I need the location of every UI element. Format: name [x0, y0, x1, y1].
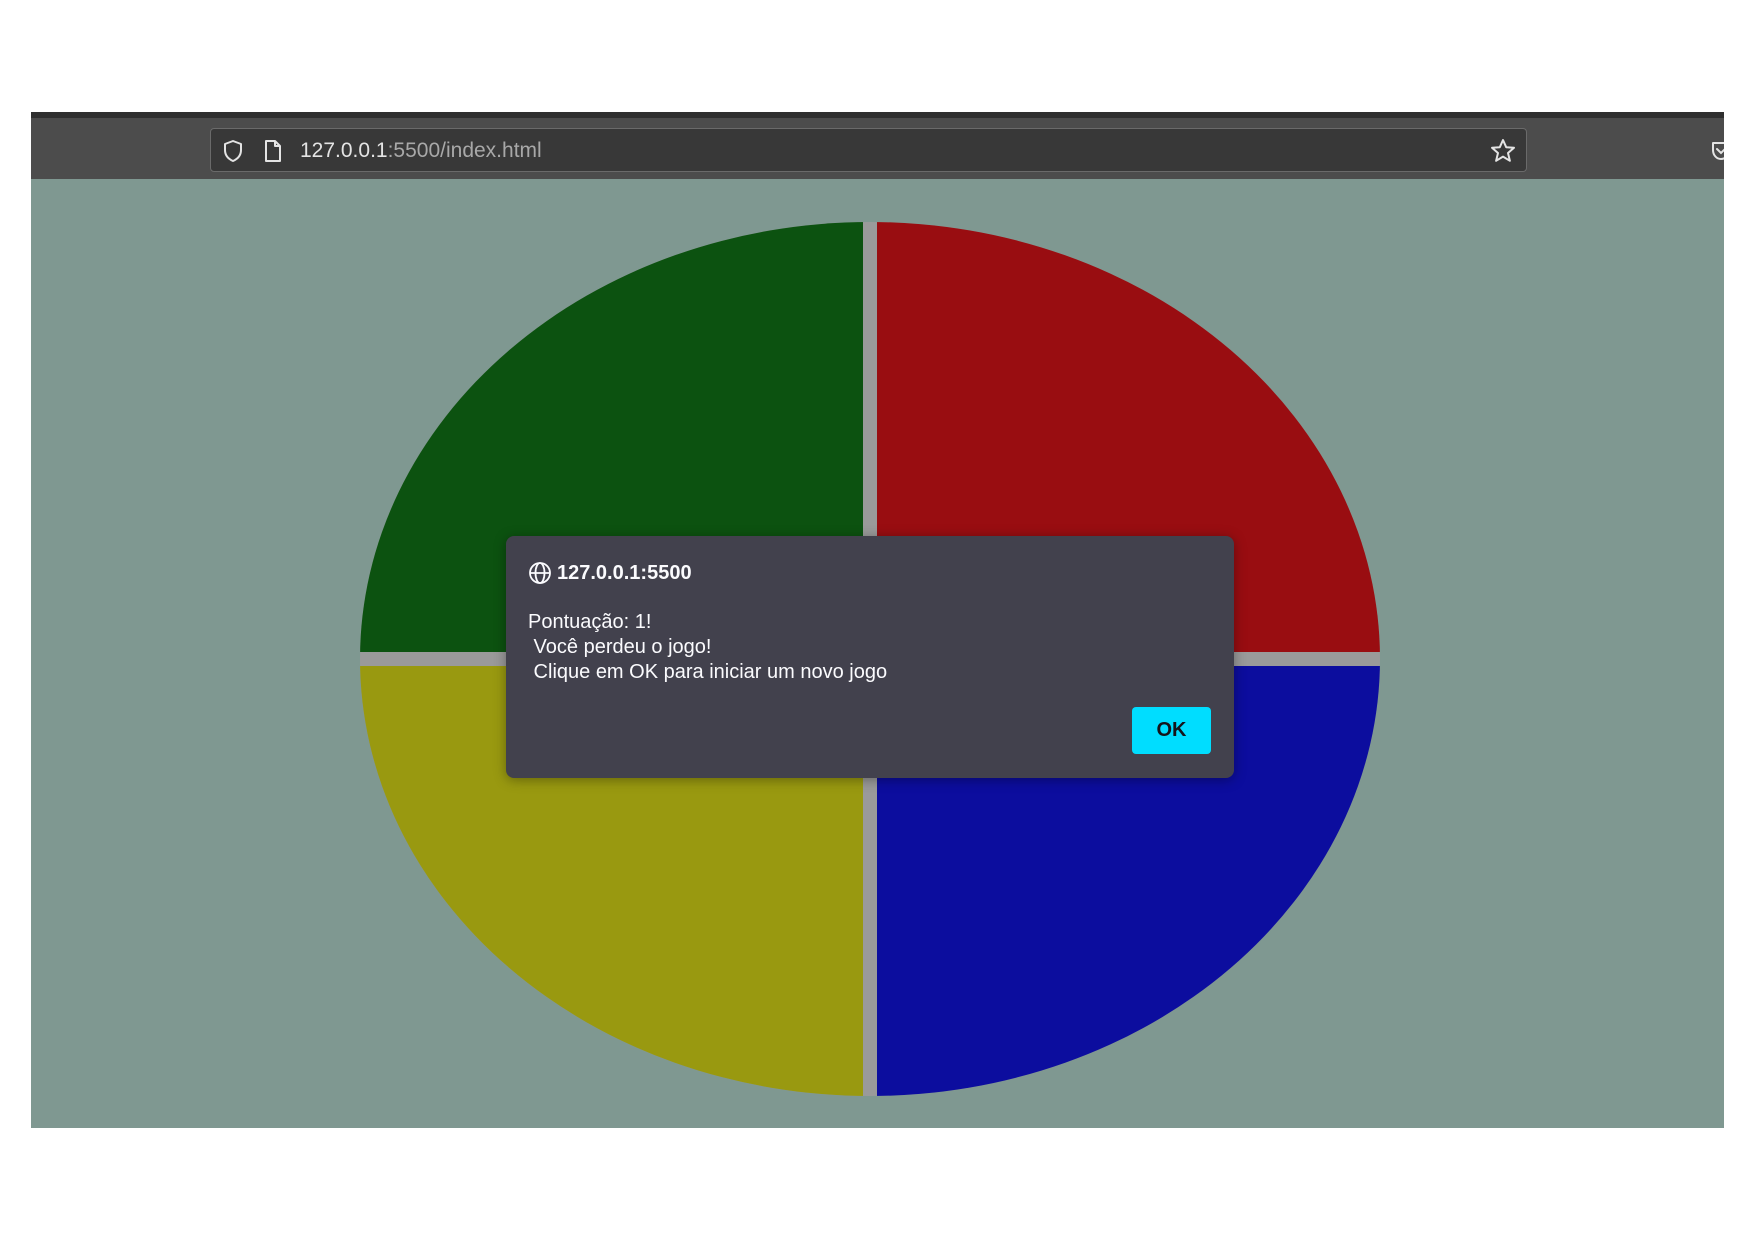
pocket-icon[interactable] — [1710, 139, 1724, 163]
ok-button[interactable]: OK — [1132, 707, 1211, 754]
url-host: 127.0.0.1 — [300, 139, 388, 162]
dialog-message: Pontuação: 1! Você perdeu o jogo! Clique… — [528, 611, 888, 683]
page-icon[interactable] — [263, 139, 283, 163]
dialog-header: 127.0.0.1:5500 — [528, 560, 692, 586]
url-text[interactable]: 127.0.0.1:5500/index.html — [300, 140, 542, 162]
globe-icon — [529, 562, 551, 584]
browser-screen: 127.0.0.1:5500/index.html 127.0.0.1:5500… — [31, 112, 1724, 1128]
address-bar[interactable]: 127.0.0.1:5500/index.html — [210, 128, 1527, 172]
star-icon[interactable] — [1490, 138, 1516, 164]
shield-icon[interactable] — [222, 139, 244, 163]
browser-toolbar: 127.0.0.1:5500/index.html — [31, 112, 1724, 179]
dialog-origin: 127.0.0.1:5500 — [557, 562, 692, 584]
url-path: :5500/index.html — [387, 139, 542, 162]
alert-dialog: 127.0.0.1:5500 Pontuação: 1! Você perdeu… — [506, 536, 1234, 778]
